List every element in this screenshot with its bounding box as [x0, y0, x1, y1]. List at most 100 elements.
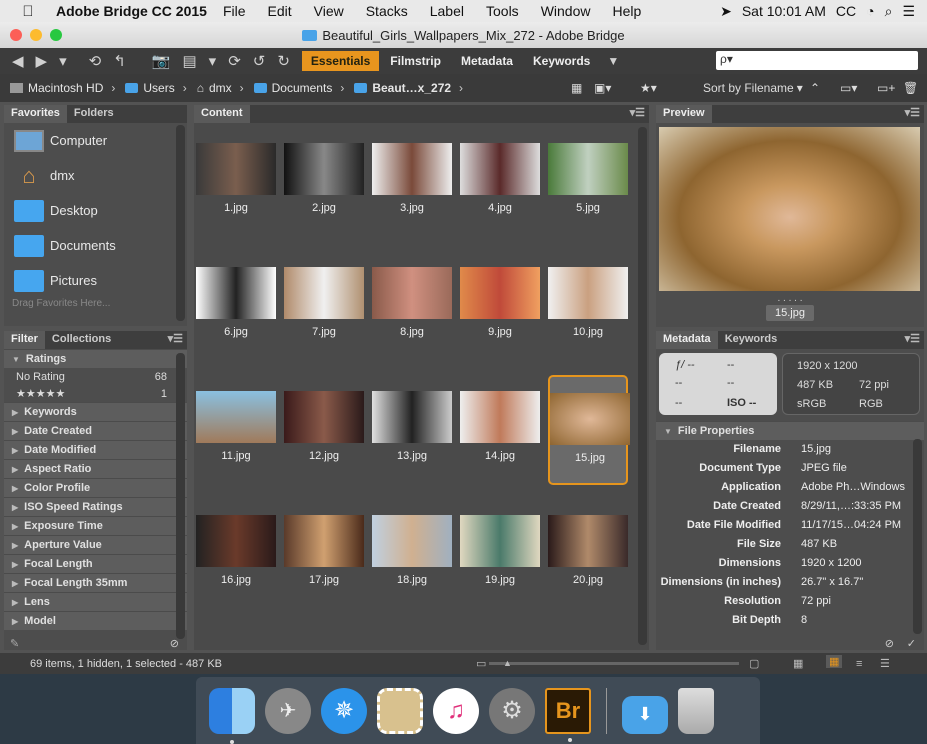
camera-icon[interactable]: 📷: [152, 52, 171, 70]
metadata-value[interactable]: 72 ppi: [801, 595, 831, 607]
tab-metadata[interactable]: Metadata: [656, 331, 718, 349]
metadata-value[interactable]: 8: [801, 614, 807, 626]
thumbnail-image[interactable]: [460, 143, 540, 195]
thumbnail-cell[interactable]: 9.jpg: [460, 251, 540, 361]
file-properties-header[interactable]: ▼ File Properties: [656, 421, 924, 440]
workspace-essentials[interactable]: Essentials: [301, 51, 380, 71]
thumbnail-image[interactable]: [548, 143, 628, 195]
trash-icon[interactable]: 🗑: [903, 81, 918, 95]
filter-category[interactable]: ▶ Focal Length 35mm: [4, 573, 187, 592]
menu-tools[interactable]: Tools: [486, 3, 519, 19]
path-current[interactable]: Beaut…x_272: [372, 81, 451, 95]
thumbnail-cell[interactable]: 13.jpg: [372, 375, 452, 485]
thumbnail-cell[interactable]: 16.jpg: [196, 499, 276, 609]
panel-menu-icon[interactable]: ▾☰: [630, 106, 645, 119]
zoom-button[interactable]: [50, 29, 62, 41]
menu-help[interactable]: Help: [612, 3, 641, 19]
thumbnail-cell[interactable]: 1.jpg: [196, 127, 276, 237]
thumbnail-image[interactable]: [372, 391, 452, 443]
view-list-icon[interactable]: ☰: [880, 657, 890, 670]
view-options-icon[interactable]: ▣▾: [594, 81, 611, 95]
sync-icon[interactable]: ⟳: [228, 52, 241, 70]
tab-favorites[interactable]: Favorites: [4, 105, 67, 123]
favorite-dmx[interactable]: ⌂ dmx: [4, 158, 187, 193]
metadata-scrollbar[interactable]: [913, 439, 922, 634]
filter-category[interactable]: ▶ Focal Length: [4, 554, 187, 573]
finder-icon[interactable]: [209, 687, 255, 744]
wifi-icon[interactable]: ◔: [866, 3, 874, 19]
back-icon[interactable]: ◀: [12, 52, 24, 70]
filter-category[interactable]: ▶ Model: [4, 611, 187, 630]
trash-icon[interactable]: [678, 687, 714, 734]
path-dmx[interactable]: dmx: [209, 81, 232, 95]
recent-dropdown-icon[interactable]: ▾: [59, 52, 67, 70]
thumbnail-cell[interactable]: 8.jpg: [372, 251, 452, 361]
reveal-icon[interactable]: ↰: [113, 52, 126, 70]
thumbnail-image[interactable]: [460, 515, 540, 567]
grid-lock-icon[interactable]: ▦: [793, 657, 803, 670]
filter-ratings-header[interactable]: ▼ Ratings: [4, 349, 187, 368]
app-menu[interactable]: Adobe Bridge CC 2015: [56, 3, 207, 19]
creative-cloud-icon[interactable]: CC: [836, 3, 856, 19]
rotate-left-icon[interactable]: ↺: [253, 52, 266, 70]
filter-row-five-stars[interactable]: ★★★★★ 1: [4, 385, 187, 402]
pin-icon[interactable]: ✎: [10, 637, 19, 650]
menu-list-icon[interactable]: ☰: [902, 3, 915, 20]
metadata-value[interactable]: 11/17/15…04:24 PM: [801, 519, 901, 531]
favorite-computer[interactable]: Computer: [4, 123, 187, 158]
metadata-value[interactable]: Adobe Ph…Windows: [801, 481, 905, 493]
tab-preview[interactable]: Preview: [656, 105, 712, 123]
preview-image[interactable]: [659, 127, 920, 291]
menu-stacks[interactable]: Stacks: [366, 3, 408, 19]
thumbnail-image[interactable]: [548, 267, 628, 319]
refine-icon[interactable]: ▤: [182, 52, 196, 70]
view-thumbnails-icon[interactable]: ▦: [826, 655, 843, 668]
metadata-value[interactable]: 15.jpg: [801, 443, 831, 455]
tab-content[interactable]: Content: [194, 105, 250, 123]
open-folder-icon[interactable]: ▭▾: [840, 81, 857, 95]
thumbnail-image[interactable]: [284, 267, 364, 319]
thumbnail-size-slider[interactable]: ▲: [489, 658, 739, 668]
thumbnail-image[interactable]: [284, 515, 364, 567]
rotate-right-icon[interactable]: ↻: [277, 52, 290, 70]
filter-category[interactable]: ▶ Keywords: [4, 402, 187, 421]
panel-menu-icon[interactable]: ▾☰: [168, 332, 183, 345]
metadata-value[interactable]: JPEG file: [801, 462, 847, 474]
content-scrollbar[interactable]: [638, 127, 647, 645]
view-details-icon[interactable]: ≡: [856, 658, 862, 670]
close-button[interactable]: [10, 29, 22, 41]
zoom-out-icon[interactable]: ▭: [476, 657, 486, 670]
thumbnail-image[interactable]: [548, 515, 628, 567]
thumbnail-cell[interactable]: 17.jpg: [284, 499, 364, 609]
tab-folders[interactable]: Folders: [67, 105, 121, 123]
safari-icon[interactable]: ✵: [321, 687, 367, 734]
zoom-in-icon[interactable]: ▢: [749, 657, 759, 670]
thumbnail-cell[interactable]: 14.jpg: [460, 375, 540, 485]
filter-row-no-rating[interactable]: No Rating 68: [4, 368, 187, 385]
mail-icon[interactable]: [377, 687, 423, 734]
launchpad-icon[interactable]: ✈: [265, 687, 311, 734]
filter-category[interactable]: ▶ Aspect Ratio: [4, 459, 187, 478]
metadata-value[interactable]: 487 KB: [801, 538, 837, 550]
thumbnail-image[interactable]: [550, 393, 630, 445]
thumbnail-cell[interactable]: 19.jpg: [460, 499, 540, 609]
favorites-scrollbar[interactable]: [176, 125, 185, 321]
filter-category[interactable]: ▶ Color Profile: [4, 478, 187, 497]
thumbnail-image[interactable]: [460, 267, 540, 319]
menu-file[interactable]: File: [223, 3, 246, 19]
sort-menu[interactable]: Sort by Filename: [703, 81, 794, 95]
tab-keywords[interactable]: Keywords: [718, 331, 785, 349]
thumbnail-cell[interactable]: 11.jpg: [196, 375, 276, 485]
search-icon[interactable]: ⌕: [885, 3, 893, 20]
menu-view[interactable]: View: [314, 3, 344, 19]
star-filter-icon[interactable]: ★▾: [640, 81, 657, 95]
filter-category[interactable]: ▶ Date Modified: [4, 440, 187, 459]
thumbnail-image[interactable]: [372, 515, 452, 567]
metadata-value[interactable]: 26.7" x 16.7": [801, 576, 863, 588]
clear-filter-icon[interactable]: ⊘: [170, 637, 179, 650]
thumbnail-image[interactable]: [284, 391, 364, 443]
thumbnail-cell[interactable]: 20.jpg: [548, 499, 628, 609]
thumbnail-cell[interactable]: 10.jpg: [548, 251, 628, 361]
favorite-documents[interactable]: Documents: [4, 228, 187, 263]
menu-edit[interactable]: Edit: [268, 3, 292, 19]
